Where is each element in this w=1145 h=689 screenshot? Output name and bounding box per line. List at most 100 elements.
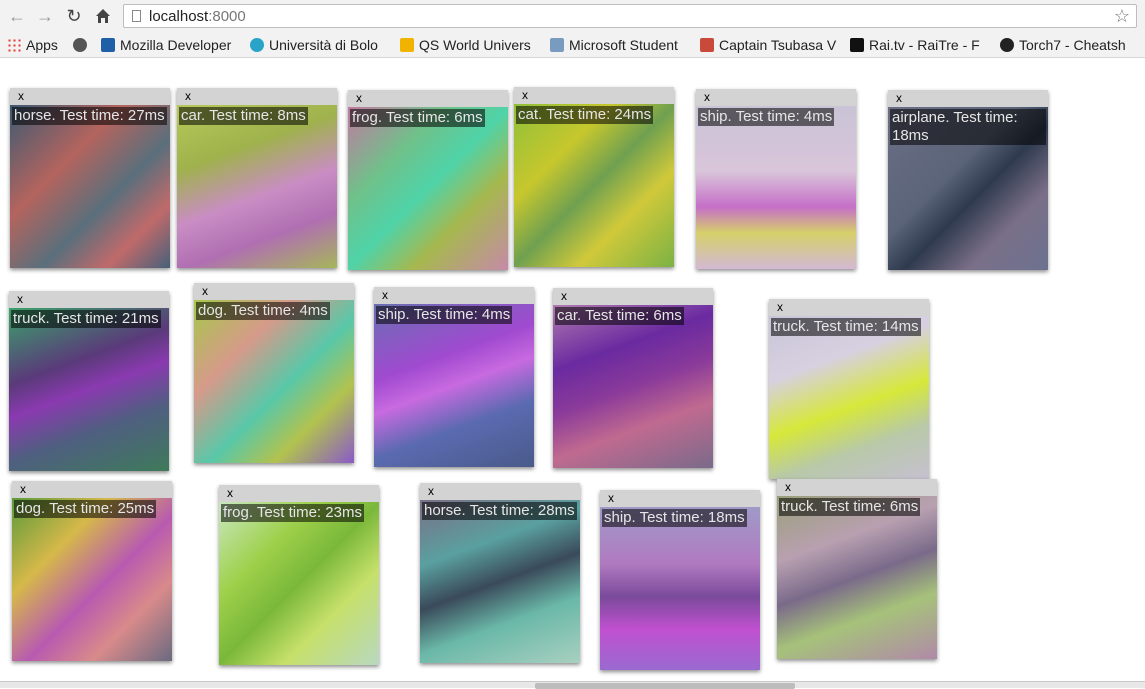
- bookmark-label: Microsoft Student: [569, 37, 678, 53]
- bookmark-label: QS World Univers: [419, 37, 531, 53]
- close-button[interactable]: x: [17, 292, 23, 306]
- qs-icon: [400, 38, 414, 52]
- image-label: dog. Test time: 4ms: [196, 302, 330, 320]
- rai-icon: [850, 38, 864, 52]
- bookmark-label: Captain Tsubasa V: [719, 37, 837, 53]
- image-thumbnail: truck. Test time: 6ms: [777, 496, 937, 659]
- image-label: airplane. Test time: 18ms: [890, 109, 1046, 145]
- image-card[interactable]: x frog. Test time: 6ms: [348, 90, 508, 270]
- image-card[interactable]: x ship. Test time: 4ms: [374, 287, 534, 467]
- image-thumbnail: car. Test time: 8ms: [177, 105, 337, 268]
- close-button[interactable]: x: [428, 484, 434, 498]
- image-label: horse. Test time: 28ms: [422, 502, 577, 520]
- url-host: localhost: [149, 8, 209, 25]
- close-button[interactable]: x: [356, 91, 362, 105]
- image-thumbnail: truck. Test time: 14ms: [769, 316, 929, 479]
- bookmark-label: Apps: [26, 37, 58, 53]
- image-card[interactable]: x car. Test time: 6ms: [553, 288, 713, 468]
- bookmark-rai[interactable]: Rai.tv - RaiTre - F: [850, 36, 988, 54]
- close-button[interactable]: x: [704, 90, 710, 104]
- image-thumbnail: ship. Test time: 4ms: [374, 304, 534, 467]
- image-label: cat. Test time: 24ms: [516, 106, 654, 124]
- image-label: truck. Test time: 21ms: [11, 310, 161, 328]
- image-label: car. Test time: 6ms: [555, 307, 684, 325]
- close-button[interactable]: x: [608, 491, 614, 505]
- image-label: horse. Test time: 27ms: [12, 107, 167, 125]
- microsoft-icon: [550, 38, 564, 52]
- close-button[interactable]: x: [561, 289, 567, 303]
- image-card[interactable]: x truck. Test time: 6ms: [777, 479, 937, 659]
- image-card[interactable]: x dog. Test time: 4ms: [194, 283, 354, 463]
- image-card[interactable]: x truck. Test time: 14ms: [769, 299, 929, 479]
- image-card[interactable]: x ship. Test time: 18ms: [600, 490, 760, 670]
- image-label: ship. Test time: 18ms: [602, 509, 747, 527]
- bookmark-apps[interactable]: Apps: [7, 36, 67, 54]
- image-thumbnail: airplane. Test time: 18ms: [888, 107, 1048, 270]
- image-thumbnail: car. Test time: 6ms: [553, 305, 713, 468]
- reload-icon[interactable]: ↻: [63, 5, 85, 27]
- back-arrow-icon[interactable]: ←: [6, 5, 28, 27]
- image-card[interactable]: x frog. Test time: 23ms: [219, 485, 379, 665]
- bookmark-label: Mozilla Developer: [120, 37, 232, 53]
- home-icon[interactable]: [92, 5, 114, 27]
- image-label: car. Test time: 8ms: [179, 107, 308, 125]
- bookmarks-bar: Apps Mozilla Developer Università di Bol…: [0, 33, 1145, 58]
- image-label: ship. Test time: 4ms: [376, 306, 513, 324]
- image-card[interactable]: x car. Test time: 8ms: [177, 88, 337, 268]
- image-card[interactable]: x truck. Test time: 21ms: [9, 291, 169, 471]
- close-button[interactable]: x: [777, 300, 783, 314]
- image-thumbnail: ship. Test time: 18ms: [600, 507, 760, 670]
- image-label: frog. Test time: 6ms: [350, 109, 485, 127]
- image-thumbnail: ship. Test time: 4ms: [696, 106, 856, 269]
- bookmark-star-icon[interactable]: ☆: [1114, 6, 1130, 26]
- close-button[interactable]: x: [18, 89, 24, 103]
- page-icon: [132, 10, 141, 22]
- image-card[interactable]: x horse. Test time: 27ms: [10, 88, 170, 268]
- bookmark-unibo[interactable]: Università di Bolo: [250, 36, 389, 54]
- scrollbar-thumb[interactable]: [535, 683, 795, 689]
- image-thumbnail: cat. Test time: 24ms: [514, 104, 674, 267]
- image-thumbnail: frog. Test time: 23ms: [219, 502, 379, 665]
- close-button[interactable]: x: [522, 88, 528, 102]
- close-button[interactable]: x: [20, 482, 26, 496]
- close-button[interactable]: x: [896, 91, 902, 105]
- bookmark-label: Università di Bolo: [269, 37, 378, 53]
- image-card[interactable]: x airplane. Test time: 18ms: [888, 90, 1048, 270]
- history-clock-icon: [73, 38, 87, 52]
- close-button[interactable]: x: [185, 89, 191, 103]
- close-button[interactable]: x: [785, 480, 791, 494]
- image-thumbnail: dog. Test time: 25ms: [12, 498, 172, 661]
- horizontal-scrollbar[interactable]: [0, 681, 1145, 689]
- image-label: truck. Test time: 14ms: [771, 318, 921, 336]
- url-text: localhost:8000: [149, 7, 246, 27]
- forward-arrow-icon[interactable]: →: [34, 5, 56, 27]
- image-label: dog. Test time: 25ms: [14, 500, 157, 518]
- bookmark-tsubasa[interactable]: Captain Tsubasa V: [700, 36, 838, 54]
- image-thumbnail: horse. Test time: 27ms: [10, 105, 170, 268]
- bookmark-qs[interactable]: QS World Univers: [400, 36, 539, 54]
- image-card[interactable]: x ship. Test time: 4ms: [696, 89, 856, 269]
- image-card[interactable]: x dog. Test time: 25ms: [12, 481, 172, 661]
- mdn-icon: [101, 38, 115, 52]
- bookmark-history[interactable]: [73, 36, 91, 54]
- address-bar[interactable]: localhost:8000 ☆: [123, 4, 1137, 28]
- cube-icon: [700, 38, 714, 52]
- bookmark-label: Torch7 - Cheatsh: [1019, 37, 1126, 53]
- bookmark-torch7[interactable]: Torch7 - Cheatsh: [1000, 36, 1140, 54]
- close-button[interactable]: x: [382, 288, 388, 302]
- image-label: ship. Test time: 4ms: [698, 108, 835, 126]
- close-button[interactable]: x: [227, 486, 233, 500]
- unibo-icon: [250, 38, 264, 52]
- image-card[interactable]: x horse. Test time: 28ms: [420, 483, 580, 663]
- url-port: :8000: [208, 8, 246, 25]
- image-label: frog. Test time: 23ms: [221, 504, 364, 522]
- image-label: truck. Test time: 6ms: [779, 498, 921, 516]
- image-thumbnail: dog. Test time: 4ms: [194, 300, 354, 463]
- browser-toolbar: ← → ↻ localhost:8000 ☆: [0, 0, 1145, 33]
- bookmark-microsoft[interactable]: Microsoft Student: [550, 36, 689, 54]
- image-thumbnail: truck. Test time: 21ms: [9, 308, 169, 471]
- apps-grid-icon: [7, 38, 21, 52]
- close-button[interactable]: x: [202, 284, 208, 298]
- bookmark-mdn[interactable]: Mozilla Developer: [101, 36, 239, 54]
- image-card[interactable]: x cat. Test time: 24ms: [514, 87, 674, 267]
